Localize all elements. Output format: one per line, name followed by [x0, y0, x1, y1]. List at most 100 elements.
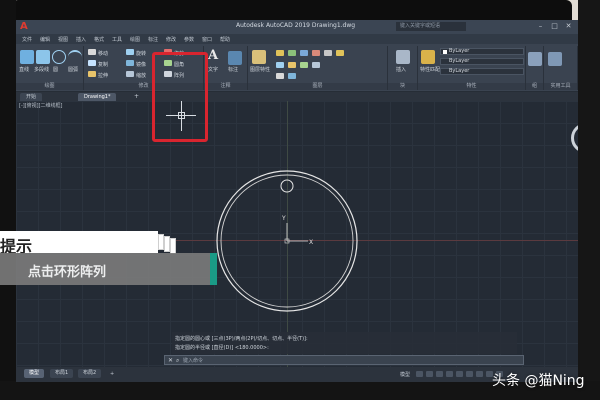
polyline-icon[interactable] — [36, 50, 50, 64]
mirror-icon[interactable] — [126, 60, 136, 68]
utilities-icon[interactable] — [548, 52, 562, 66]
ribbon-group-label[interactable]: 块 — [388, 83, 417, 90]
menu-item-file[interactable]: 文件 — [22, 36, 32, 43]
close-button[interactable]: ✕ — [564, 22, 573, 31]
layer-tool-icon[interactable] — [336, 50, 346, 58]
layer-tool-icon[interactable] — [276, 73, 286, 81]
arc-icon[interactable] — [68, 50, 82, 64]
tip-steps-decoration — [158, 234, 176, 254]
move-button[interactable]: 移动 — [98, 50, 108, 57]
line-button[interactable]: 直线 — [19, 66, 29, 73]
menu-item-view[interactable]: 视图 — [58, 36, 68, 43]
copy-button[interactable]: 复制 — [98, 61, 108, 68]
app-logo[interactable]: A — [20, 21, 36, 33]
circle-icon[interactable] — [52, 50, 66, 64]
color-select[interactable]: ByLayer — [440, 48, 524, 55]
polar-icon[interactable] — [446, 371, 453, 377]
menu-item-draw[interactable]: 绘图 — [130, 36, 140, 43]
layer-tool-icon[interactable] — [300, 50, 310, 58]
menu-item-parametric[interactable]: 参数 — [184, 36, 194, 43]
match-properties-button[interactable]: 特性匹配 — [420, 66, 440, 73]
bezel-top — [12, 0, 572, 22]
rotate-button[interactable]: 旋转 — [136, 50, 146, 57]
dimension-icon[interactable] — [228, 51, 242, 65]
ribbon-group-label[interactable]: 绘图 — [16, 83, 83, 90]
tab-model[interactable]: 模型 — [24, 369, 45, 378]
color-swatch-icon — [443, 50, 447, 54]
menu-item-window[interactable]: 窗口 — [202, 36, 212, 43]
ribbon-group-label[interactable]: 组 — [526, 83, 543, 90]
add-layout-button[interactable]: + — [110, 371, 114, 377]
layer-tool-icon[interactable] — [300, 62, 310, 70]
layer-tool-icon[interactable] — [324, 50, 334, 58]
text-icon[interactable]: A — [208, 49, 222, 63]
color-value: ByLayer — [449, 48, 470, 54]
grid-icon[interactable] — [416, 371, 423, 377]
menu-item-help[interactable]: 帮助 — [220, 36, 230, 43]
match-properties-icon[interactable] — [421, 50, 435, 64]
tab-drawing1[interactable]: Drawing1* — [78, 93, 117, 101]
annotation-scale-icon[interactable] — [476, 371, 483, 377]
insert-button[interactable]: 插入 — [396, 66, 406, 73]
bezel-left — [0, 0, 16, 385]
layer-tool-icon[interactable] — [288, 50, 298, 58]
lineweight-icon[interactable] — [466, 371, 473, 377]
window-title: Autodesk AutoCAD 2019 Drawing1.dwg — [236, 22, 356, 29]
menu-item-format[interactable]: 格式 — [94, 36, 104, 43]
move-icon[interactable] — [88, 49, 98, 57]
ribbon-group-label[interactable]: 注释 — [204, 83, 247, 90]
scale-icon[interactable] — [126, 71, 136, 79]
command-line[interactable]: ✕ ⌕ 键入命令 — [164, 355, 524, 365]
layer-properties-button[interactable]: 图层特性 — [250, 66, 270, 73]
menu-item-edit[interactable]: 编辑 — [40, 36, 50, 43]
close-icon[interactable]: ✕ — [168, 357, 173, 364]
dimension-button[interactable]: 标注 — [228, 66, 238, 73]
menu-item-tools[interactable]: 工具 — [112, 36, 122, 43]
stretch-icon[interactable] — [88, 71, 98, 79]
group-icon[interactable] — [528, 52, 542, 66]
layer-properties-icon[interactable] — [252, 50, 266, 64]
menu-item-modify[interactable]: 修改 — [166, 36, 176, 43]
layer-tool-icon[interactable] — [276, 62, 286, 70]
ribbon-group-block: 插入 块 — [388, 46, 418, 90]
layer-tool-icon[interactable] — [312, 62, 322, 70]
layer-tool-icon[interactable] — [312, 50, 322, 58]
lineweight-select[interactable]: ByLayer — [440, 68, 524, 75]
copy-icon[interactable] — [88, 60, 98, 68]
scale-button[interactable]: 缩放 — [136, 72, 146, 79]
small-circle — [280, 179, 294, 193]
circle-button[interactable]: 圆 — [53, 66, 58, 73]
arc-button[interactable]: 圆弧 — [68, 66, 78, 73]
mirror-button[interactable]: 镜像 — [136, 61, 146, 68]
ribbon-group-label[interactable]: 图层 — [248, 83, 387, 90]
stretch-button[interactable]: 拉伸 — [98, 72, 108, 79]
polyline-button[interactable]: 多段线 — [34, 66, 49, 73]
text-button[interactable]: 文字 — [208, 66, 218, 73]
osnap-icon[interactable] — [456, 371, 463, 377]
layer-tool-icon[interactable] — [288, 73, 298, 81]
linetype-select[interactable]: ByLayer — [440, 58, 524, 65]
menu-item-insert[interactable]: 插入 — [76, 36, 86, 43]
ucs-y-label: Y — [281, 215, 286, 222]
layer-tool-icon[interactable] — [276, 50, 286, 58]
minimize-button[interactable]: – — [536, 22, 545, 31]
insert-block-icon[interactable] — [396, 50, 410, 64]
line-icon[interactable] — [20, 50, 34, 64]
tab-layout1[interactable]: 布局1 — [50, 369, 74, 378]
command-input[interactable]: 键入命令 — [183, 357, 203, 364]
layer-tool-icon[interactable] — [288, 62, 298, 70]
search-icon[interactable]: ⌕ — [176, 357, 179, 365]
search-input[interactable]: 键入关键字或短语 — [396, 22, 466, 31]
ribbon-group-label[interactable]: 实用工具 — [544, 83, 577, 90]
menu-item-dimension[interactable]: 标注 — [148, 36, 158, 43]
maximize-button[interactable]: □ — [550, 22, 559, 31]
snap-icon[interactable] — [426, 371, 433, 377]
tab-start[interactable]: 开始 — [20, 93, 43, 101]
add-tab-button[interactable]: + — [134, 93, 139, 100]
model-space-toggle[interactable]: 模型 — [400, 371, 410, 378]
tab-layout2[interactable]: 布局2 — [78, 369, 102, 378]
rotate-icon[interactable] — [126, 49, 136, 57]
ribbon-group-label[interactable]: 特性 — [418, 83, 525, 90]
tip-step-decoration — [170, 238, 176, 254]
ortho-icon[interactable] — [436, 371, 443, 377]
